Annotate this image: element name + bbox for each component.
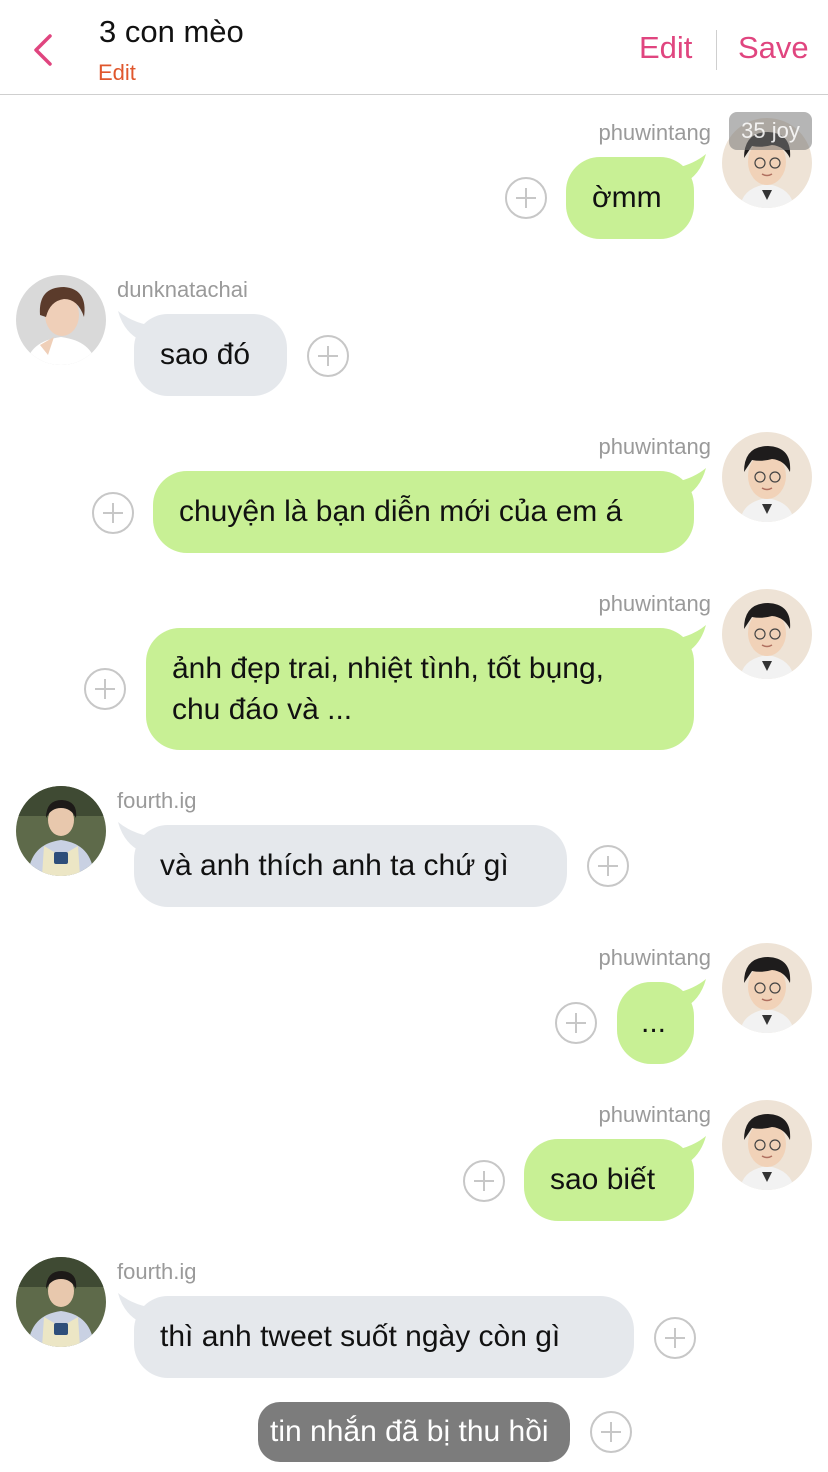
add-reaction-icon[interactable] bbox=[463, 1160, 505, 1202]
add-reaction-icon[interactable] bbox=[555, 1002, 597, 1044]
avatar[interactable] bbox=[16, 786, 106, 876]
message-text: chuyện là bạn diễn mới của em á bbox=[179, 495, 623, 528]
avatar[interactable] bbox=[722, 943, 812, 1033]
recalled-message-text: tin nhắn đã bị thu hồi bbox=[270, 1415, 549, 1448]
message-text: sao biết bbox=[550, 1163, 656, 1196]
header-divider bbox=[716, 30, 717, 70]
chat-title[interactable]: 3 con mèo bbox=[99, 14, 244, 50]
add-reaction-icon[interactable] bbox=[587, 845, 629, 887]
message-bubble[interactable]: sao đó bbox=[118, 311, 287, 396]
back-chevron-icon[interactable] bbox=[28, 30, 60, 70]
message-bubble[interactable]: và anh thích anh ta chứ gì bbox=[118, 822, 567, 907]
add-reaction-icon[interactable] bbox=[590, 1411, 632, 1453]
add-reaction-icon[interactable] bbox=[307, 335, 349, 377]
message-bubble[interactable]: thì anh tweet suốt ngày còn gì bbox=[118, 1293, 634, 1378]
sender-name: fourth.ig bbox=[117, 788, 197, 813]
message-bubble[interactable]: ờmm bbox=[566, 154, 706, 239]
edit-button[interactable]: Edit bbox=[639, 30, 692, 66]
message-bubble[interactable]: chuyện là bạn diễn mới của em á bbox=[153, 468, 706, 553]
add-reaction-icon[interactable] bbox=[84, 668, 126, 710]
message-text: ... bbox=[641, 1006, 667, 1039]
sender-name: phuwintang bbox=[598, 120, 711, 145]
message-bubble[interactable]: sao biết bbox=[524, 1136, 706, 1221]
chat-subtitle-edit[interactable]: Edit bbox=[98, 60, 136, 86]
add-reaction-icon[interactable] bbox=[654, 1317, 696, 1359]
sender-name: phuwintang bbox=[598, 591, 711, 616]
sender-name: phuwintang bbox=[598, 434, 711, 459]
message-text: và anh thích anh ta chứ gì bbox=[160, 849, 509, 882]
add-reaction-icon[interactable] bbox=[505, 177, 547, 219]
message-bubble[interactable]: ... bbox=[617, 979, 706, 1064]
reaction-badge: 35 joy bbox=[729, 112, 812, 150]
sender-name: phuwintang bbox=[598, 1102, 711, 1127]
sender-name: phuwintang bbox=[598, 945, 711, 970]
avatar[interactable] bbox=[16, 1257, 106, 1347]
avatar[interactable] bbox=[16, 275, 106, 365]
sender-name: dunknatachai bbox=[117, 277, 248, 302]
message-text: sao đó bbox=[160, 338, 251, 371]
add-reaction-icon[interactable] bbox=[92, 492, 134, 534]
message-bubble[interactable]: ảnh đẹp trai, nhiệt tình, tốt bụng, chu … bbox=[146, 625, 706, 750]
recalled-message-bubble[interactable]: tin nhắn đã bị thu hồi bbox=[258, 1402, 570, 1462]
message-text: thì anh tweet suốt ngày còn gì bbox=[160, 1320, 561, 1353]
avatar[interactable] bbox=[722, 432, 812, 522]
message-text: ờmm bbox=[592, 181, 662, 214]
save-button[interactable]: Save bbox=[738, 30, 809, 66]
avatar[interactable] bbox=[722, 589, 812, 679]
chat-header: 3 con mèo Edit Edit Save bbox=[0, 0, 828, 95]
message-text-line-1: ảnh đẹp trai, nhiệt tình, tốt bụng, bbox=[172, 652, 604, 685]
avatar[interactable] bbox=[722, 1100, 812, 1190]
sender-name: fourth.ig bbox=[117, 1259, 197, 1284]
message-text-line-2: chu đáo và ... bbox=[172, 693, 353, 726]
